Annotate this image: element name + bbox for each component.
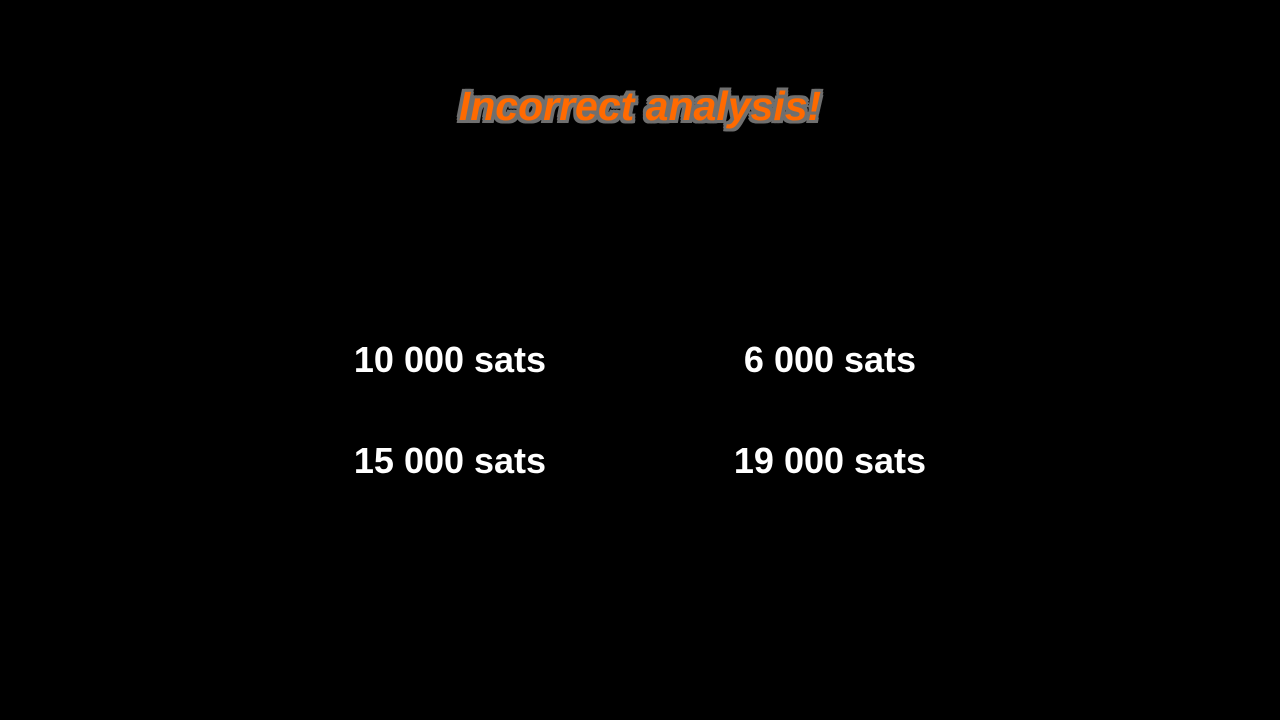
answer-option-4[interactable]: 19 000 sats: [640, 439, 1020, 483]
answer-option-1[interactable]: 10 000 sats: [260, 338, 640, 382]
quiz-screen: Incorrect analysis! 10 000 sats 6 000 sa…: [0, 0, 1280, 720]
answer-option-2[interactable]: 6 000 sats: [640, 338, 1020, 382]
answer-option-3[interactable]: 15 000 sats: [260, 439, 640, 483]
result-title: Incorrect analysis!: [458, 83, 822, 129]
